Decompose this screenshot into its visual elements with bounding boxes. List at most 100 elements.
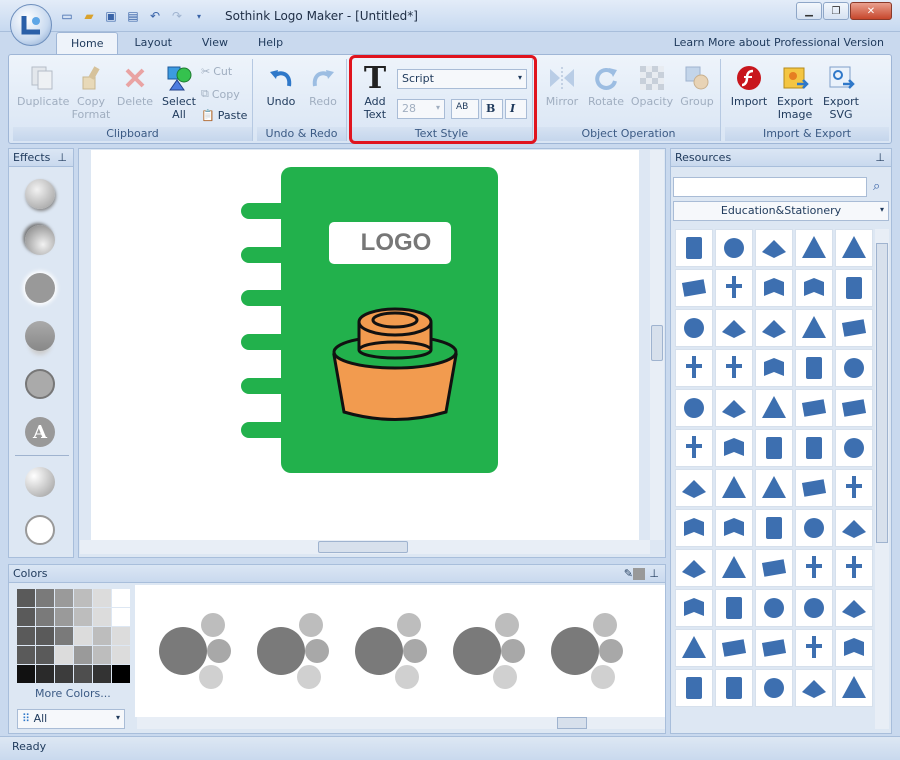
export-image-button[interactable]: Export Image [773,63,817,121]
resource-icon[interactable] [795,469,833,507]
effect-outline[interactable] [25,515,55,545]
color-swatch[interactable] [36,665,54,683]
resource-icon[interactable] [715,669,753,707]
resource-icon[interactable] [755,669,793,707]
export-svg-button[interactable]: Export SVG [819,63,863,121]
color-swatch[interactable] [74,665,92,683]
color-swatch[interactable] [36,627,54,645]
effect-text-letter[interactable]: A [25,417,55,447]
redo-button[interactable]: Redo [303,63,343,108]
effect-stroke[interactable] [25,369,55,399]
color-swatch[interactable] [112,627,130,645]
resource-icon[interactable] [795,669,833,707]
color-swatch[interactable] [93,646,111,664]
mirror-button[interactable]: Mirror [541,63,583,108]
color-swatch[interactable] [36,646,54,664]
customize-chevron-icon[interactable]: ▾ [190,7,208,25]
color-swatch[interactable] [74,627,92,645]
color-swatch[interactable] [55,608,73,626]
color-swatch[interactable] [112,608,130,626]
color-swatch[interactable] [17,646,35,664]
resource-icon[interactable] [755,549,793,587]
resource-icon[interactable] [715,629,753,667]
duplicate-button[interactable]: Duplicate [17,63,69,108]
resource-icon[interactable] [715,349,753,387]
resource-icon[interactable] [755,469,793,507]
delete-button[interactable]: Delete [115,63,155,108]
resource-icon[interactable] [795,229,833,267]
color-scheme-sample[interactable] [159,613,231,689]
more-colors-link[interactable]: More Colors... [35,687,111,700]
color-swatch[interactable] [93,608,111,626]
resource-icon[interactable] [835,389,873,427]
effect-inner-shadow[interactable] [25,225,55,255]
resources-scrollbar[interactable] [875,229,889,729]
resource-icon[interactable] [675,389,713,427]
resource-icon[interactable] [755,589,793,627]
resource-icon[interactable] [835,429,873,467]
resource-icon[interactable] [675,669,713,707]
resource-icon[interactable] [715,549,753,587]
preview-scrollbar[interactable] [137,717,665,729]
cut-button[interactable]: ✂ Cut [201,65,232,78]
resource-icon[interactable] [795,309,833,347]
resource-icon[interactable] [715,469,753,507]
undo-button[interactable]: Undo [261,63,301,108]
color-swatch[interactable] [55,665,73,683]
resource-icon[interactable] [755,269,793,307]
resource-icon[interactable] [835,509,873,547]
resource-icon[interactable] [835,549,873,587]
color-swatch[interactable] [55,589,73,607]
resources-category-select[interactable]: Education&Stationery ▾ [673,201,889,221]
resource-icon[interactable] [795,429,833,467]
resource-icon[interactable] [795,549,833,587]
design-canvas[interactable]: LOGO [91,150,639,540]
color-filter-select[interactable]: ⠿ All ▾ [17,709,125,729]
eyedropper-icon[interactable]: ✎ [624,567,633,580]
effect-shadow[interactable] [25,179,55,209]
resource-icon[interactable] [675,469,713,507]
color-swatch[interactable] [74,589,92,607]
copy-button[interactable]: ⧉ Copy [201,87,240,101]
resource-icon[interactable] [835,589,873,627]
resource-icon[interactable] [755,389,793,427]
resource-icon[interactable] [835,669,873,707]
resource-icon[interactable] [755,229,793,267]
resource-icon[interactable] [675,429,713,467]
opacity-button[interactable]: Opacity [629,63,675,108]
resource-icon[interactable] [835,309,873,347]
resource-icon[interactable] [755,309,793,347]
tab-layout[interactable]: Layout [120,32,185,54]
resource-icon[interactable] [755,429,793,467]
color-swatch[interactable] [17,665,35,683]
resource-icon[interactable] [795,589,833,627]
resource-icon[interactable] [715,429,753,467]
close-button[interactable]: ✕ [850,2,892,20]
color-swatch[interactable] [74,646,92,664]
resource-icon[interactable] [675,349,713,387]
resource-icon[interactable] [795,629,833,667]
color-swatch[interactable] [93,665,111,683]
tab-help[interactable]: Help [244,32,297,54]
resource-icon[interactable] [675,509,713,547]
rotate-button[interactable]: Rotate [585,63,627,108]
resource-icon[interactable] [675,589,713,627]
resource-icon[interactable] [715,509,753,547]
copy-format-button[interactable]: Copy Format [69,63,113,121]
save-as-icon[interactable]: ▤ [124,7,142,25]
undo-icon[interactable]: ↶ [146,7,164,25]
open-folder-icon[interactable]: ▰ [80,7,98,25]
color-swatch[interactable] [93,589,111,607]
resource-icon[interactable] [795,269,833,307]
resource-icon[interactable] [835,629,873,667]
color-swatch[interactable] [112,589,130,607]
effect-gradient[interactable] [25,467,55,497]
resource-icon[interactable] [675,309,713,347]
search-icon[interactable]: ⌕ [873,179,880,194]
paste-button[interactable]: 📋 Paste [201,109,247,122]
resource-icon[interactable] [715,309,753,347]
resource-icon[interactable] [755,349,793,387]
resource-icon[interactable] [675,549,713,587]
resource-icon[interactable] [835,469,873,507]
color-swatch[interactable] [112,646,130,664]
